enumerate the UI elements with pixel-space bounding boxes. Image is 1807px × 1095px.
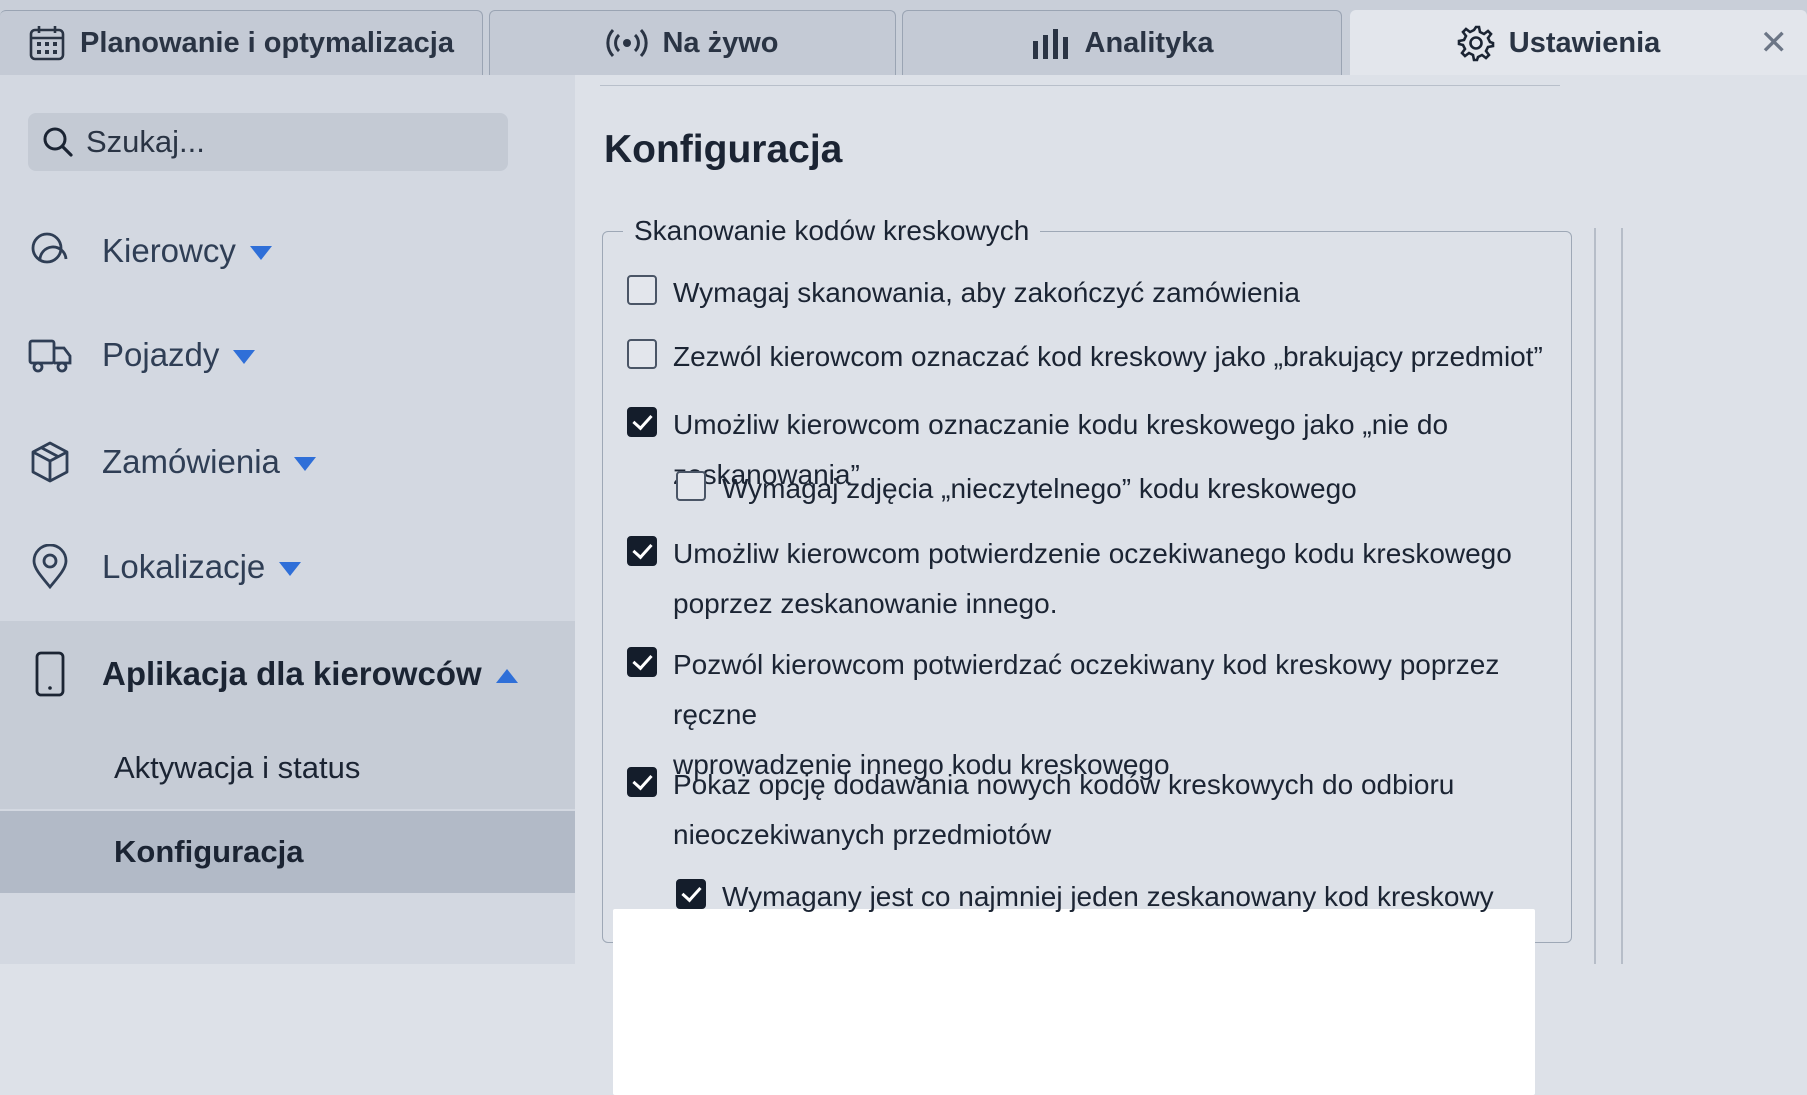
search-input[interactable] [84, 123, 488, 161]
chevron-up-icon [495, 669, 518, 684]
package-icon [28, 440, 72, 484]
sidebar-subitem-label: Konfiguracja [114, 834, 304, 869]
sidebar-item-label: Lokalizacje [102, 548, 302, 586]
option-mark-missing-label: Zezwól kierowcom oznaczać kod kreskowy j… [673, 341, 1543, 372]
option-require-scan-label: Wymagaj skanowania, aby zakończyć zamówi… [673, 277, 1300, 308]
tab-label: Ustawienia [1508, 26, 1661, 59]
tab-bar: Planowanie i optymalizacja Na żywo Anali… [0, 0, 1807, 75]
sidebar-item-aplikacja[interactable]: Aplikacja dla kierowców [0, 621, 575, 727]
sidebar-item-label: Aplikacja dla kierowców [102, 655, 518, 693]
close-icon[interactable]: ✕ [1760, 26, 1789, 60]
sidebar-item-label: Pojazdy [102, 336, 256, 374]
option-require-one-scanned-label: Wymagany jest co najmniej jeden zeskanow… [722, 881, 1494, 912]
sidebar: Kierowcy Pojazdy Zamówienia Lokalizacje … [0, 75, 575, 964]
location-pin-icon [28, 544, 72, 590]
highlighted-options [613, 909, 1535, 1095]
barcode-scanning-section: Skanowanie kodów kreskowych Wymagaj skan… [602, 215, 1572, 1095]
sidebar-item-zamowienia[interactable]: Zamówienia [0, 422, 575, 502]
divider [1621, 228, 1623, 964]
sidebar-subitem-label: Aktywacja i status [114, 750, 361, 785]
checkbox-require-scan[interactable] [627, 275, 657, 305]
checkbox-confirm-manual[interactable] [627, 647, 657, 677]
tab-na-zywo[interactable]: Na żywo [489, 10, 896, 75]
tab-analityka[interactable]: Analityka [902, 10, 1342, 75]
sidebar-item-pojazdy[interactable]: Pojazdy [0, 315, 575, 395]
divider [600, 85, 1560, 86]
checkbox-require-photo[interactable] [676, 471, 706, 501]
checkbox-require-one-scanned[interactable] [676, 879, 706, 909]
option-require-photo-label: Wymagaj zdjęcia „nieczytelnego” kodu kre… [722, 473, 1357, 504]
chevron-down-icon [279, 562, 302, 577]
search-box[interactable] [28, 113, 508, 171]
tab-label: Planowanie i optymalizacja [80, 26, 454, 59]
sidebar-subitem-konfiguracja[interactable]: Konfiguracja [0, 811, 575, 893]
option-add-new-barcodes-label: Pokaż opcję dodawania nowych kodów kresk… [673, 769, 1455, 850]
checkbox-confirm-by-scan[interactable] [627, 536, 657, 566]
page-title: Konfiguracja [604, 128, 843, 171]
sidebar-item-kierowcy[interactable]: Kierowcy [0, 211, 575, 291]
sidebar-item-label: Kierowcy [102, 232, 272, 270]
calendar-icon [28, 24, 66, 62]
sidebar-item-label: Zamówienia [102, 443, 316, 481]
section-legend: Skanowanie kodów kreskowych [623, 215, 1041, 247]
drivers-icon [28, 231, 72, 271]
checkbox-mark-unscannable[interactable] [627, 407, 657, 437]
phone-icon [28, 650, 72, 698]
broadcast-icon [606, 28, 649, 58]
tab-planowanie[interactable]: Planowanie i optymalizacja [0, 10, 483, 75]
chevron-down-icon [233, 350, 256, 365]
chevron-down-icon [249, 246, 272, 261]
tab-label: Na żywo [662, 26, 779, 59]
search-icon [42, 126, 74, 158]
option-confirm-by-scan-label: Umożliw kierowcom potwierdzenie oczekiwa… [673, 538, 1512, 619]
sidebar-item-lokalizacje[interactable]: Lokalizacje [0, 527, 575, 607]
bar-chart-icon [1031, 27, 1071, 59]
tab-ustawienia[interactable]: Ustawienia ✕ [1350, 10, 1807, 75]
divider [1594, 228, 1596, 964]
sidebar-subitem-aktywacja[interactable]: Aktywacja i status [0, 727, 575, 809]
checkbox-mark-missing[interactable] [627, 339, 657, 369]
tab-label: Analityka [1084, 26, 1214, 59]
truck-icon [28, 335, 72, 375]
gear-icon [1457, 24, 1495, 62]
chevron-down-icon [293, 457, 316, 472]
main-content: Konfiguracja Skanowanie kodów kreskowych… [575, 75, 1807, 1095]
checkbox-add-new-barcodes[interactable] [627, 767, 657, 797]
